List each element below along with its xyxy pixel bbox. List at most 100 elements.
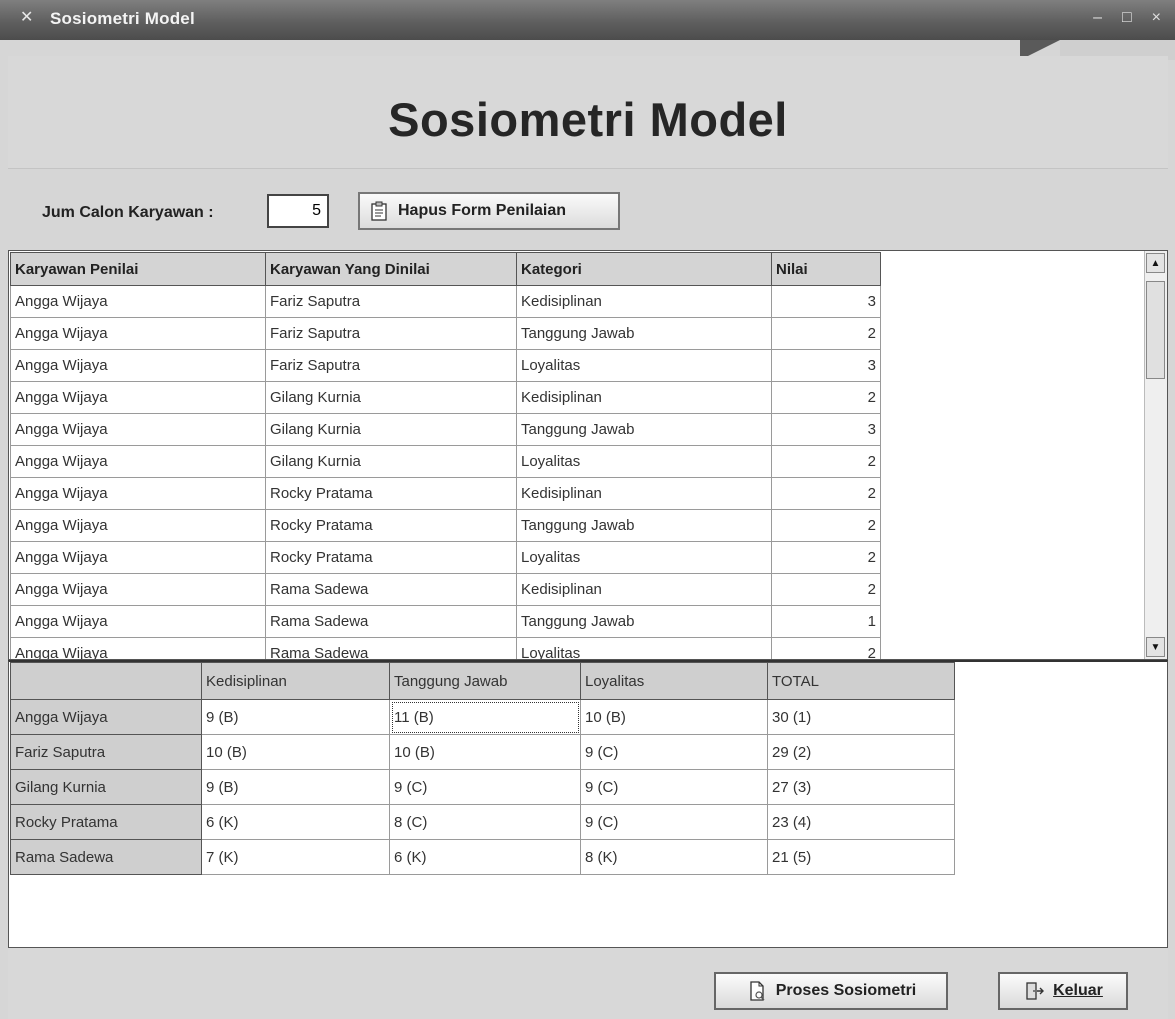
karyawan-penilai-cell[interactable]: Angga Wijaya [10,541,266,574]
hapus-form-penilaian-button[interactable]: Hapus Form Penilaian [358,192,620,230]
karyawan-dinilai-cell[interactable]: Rama Sadewa [265,573,517,606]
maximize-icon[interactable]: □ [1122,9,1132,27]
karyawan-penilai-cell[interactable]: Angga Wijaya [10,317,266,350]
kategori-cell[interactable]: Loyalitas [516,445,772,478]
table-row[interactable]: Angga Wijaya Gilang Kurnia Loyalitas 2 [10,445,881,478]
row-header-nama[interactable]: Angga Wijaya [10,699,202,735]
karyawan-penilai-cell[interactable]: Angga Wijaya [10,413,266,446]
table-row[interactable]: Angga Wijaya Rocky Pratama Tanggung Jawab 2 [10,509,881,542]
total-cell[interactable]: 30 (1) [767,699,955,735]
kedisiplinan-cell[interactable]: 7 (K) [201,839,390,875]
karyawan-dinilai-cell[interactable]: Rama Sadewa [265,637,517,659]
tanggung-jawab-cell[interactable]: 11 (B) [389,699,581,735]
tanggung-jawab-cell[interactable]: 6 (K) [389,839,581,875]
column-header-nilai[interactable]: Nilai [771,252,881,286]
total-cell[interactable]: 21 (5) [767,839,955,875]
nilai-cell[interactable]: 3 [771,349,881,382]
kategori-cell[interactable]: Tanggung Jawab [516,317,772,350]
karyawan-penilai-cell[interactable]: Angga Wijaya [10,381,266,414]
title-bar[interactable]: ✕ Sosiometri Model – □ × [0,0,1175,40]
nilai-cell[interactable]: 2 [771,381,881,414]
kedisiplinan-cell[interactable]: 6 (K) [201,804,390,840]
total-cell[interactable]: 27 (3) [767,769,955,805]
nilai-cell[interactable]: 3 [771,285,881,318]
nilai-cell[interactable]: 2 [771,541,881,574]
table-row[interactable]: Rocky Pratama 6 (K) 8 (C) 9 (C) 23 (4) [10,804,955,840]
table-row[interactable]: Angga Wijaya Rama Sadewa Loyalitas 2 [10,637,881,659]
column-header-loyalitas[interactable]: Loyalitas [580,662,768,700]
nilai-cell[interactable]: 2 [771,509,881,542]
column-header-karyawan-penilai[interactable]: Karyawan Penilai [10,252,266,286]
nilai-cell[interactable]: 1 [771,605,881,638]
table-row[interactable]: Angga Wijaya Fariz Saputra Kedisiplinan 3 [10,285,881,318]
total-cell[interactable]: 29 (2) [767,734,955,770]
column-header-karyawan-yang-dinilai[interactable]: Karyawan Yang Dinilai [265,252,517,286]
table-row[interactable]: Angga Wijaya Fariz Saputra Tanggung Jawab 2 [10,317,881,350]
kategori-cell[interactable]: Loyalitas [516,637,772,659]
kategori-cell[interactable]: Tanggung Jawab [516,509,772,542]
karyawan-dinilai-cell[interactable]: Gilang Kurnia [265,445,517,478]
table-row[interactable]: Angga Wijaya Gilang Kurnia Kedisiplinan 2 [10,381,881,414]
row-header-nama[interactable]: Fariz Saputra [10,734,202,770]
karyawan-dinilai-cell[interactable]: Rama Sadewa [265,605,517,638]
loyalitas-cell[interactable]: 8 (K) [580,839,768,875]
kedisiplinan-cell[interactable]: 9 (B) [201,769,390,805]
close-icon[interactable]: × [1152,9,1161,27]
nilai-cell[interactable]: 2 [771,573,881,606]
nilai-cell[interactable]: 2 [771,317,881,350]
nilai-cell[interactable]: 2 [771,445,881,478]
total-cell[interactable]: 23 (4) [767,804,955,840]
karyawan-dinilai-cell[interactable]: Fariz Saputra [265,349,517,382]
vertical-scrollbar[interactable]: ▲ ▼ [1144,251,1167,659]
keluar-button[interactable]: Keluar [998,972,1128,1010]
minimize-icon[interactable]: – [1093,9,1102,27]
table-row[interactable]: Angga Wijaya Rama Sadewa Tanggung Jawab 1 [10,605,881,638]
karyawan-dinilai-cell[interactable]: Rocky Pratama [265,477,517,510]
column-header-kedisiplinan[interactable]: Kedisiplinan [201,662,390,700]
nilai-cell[interactable]: 3 [771,413,881,446]
row-header-nama[interactable]: Rocky Pratama [10,804,202,840]
kategori-cell[interactable]: Tanggung Jawab [516,605,772,638]
nilai-cell[interactable]: 2 [771,477,881,510]
kedisiplinan-cell[interactable]: 10 (B) [201,734,390,770]
karyawan-dinilai-cell[interactable]: Gilang Kurnia [265,381,517,414]
scroll-down-icon[interactable]: ▼ [1146,637,1165,657]
loyalitas-cell[interactable]: 9 (C) [580,804,768,840]
karyawan-penilai-cell[interactable]: Angga Wijaya [10,573,266,606]
table-row[interactable]: Angga Wijaya Rocky Pratama Kedisiplinan 2 [10,477,881,510]
kedisiplinan-cell[interactable]: 9 (B) [201,699,390,735]
kategori-cell[interactable]: Kedisiplinan [516,381,772,414]
column-header-tanggung-jawab[interactable]: Tanggung Jawab [389,662,581,700]
table-row[interactable]: Rama Sadewa 7 (K) 6 (K) 8 (K) 21 (5) [10,839,955,875]
table-row[interactable]: Angga Wijaya Fariz Saputra Loyalitas 3 [10,349,881,382]
karyawan-dinilai-cell[interactable]: Gilang Kurnia [265,413,517,446]
rekap-grid[interactable]: Kedisiplinan Tanggung Jawab Loyalitas TO… [8,660,1168,948]
karyawan-penilai-cell[interactable]: Angga Wijaya [10,605,266,638]
tanggung-jawab-cell[interactable]: 8 (C) [389,804,581,840]
tanggung-jawab-cell[interactable]: 9 (C) [389,769,581,805]
tanggung-jawab-cell[interactable]: 10 (B) [389,734,581,770]
karyawan-dinilai-cell[interactable]: Fariz Saputra [265,285,517,318]
column-header-kategori[interactable]: Kategori [516,252,772,286]
table-row[interactable]: Angga Wijaya Rama Sadewa Kedisiplinan 2 [10,573,881,606]
kategori-cell[interactable]: Loyalitas [516,349,772,382]
karyawan-penilai-cell[interactable]: Angga Wijaya [10,477,266,510]
scroll-thumb[interactable] [1146,281,1165,379]
karyawan-penilai-cell[interactable]: Angga Wijaya [10,445,266,478]
loyalitas-cell[interactable]: 10 (B) [580,699,768,735]
kategori-cell[interactable]: Kedisiplinan [516,573,772,606]
table-row[interactable]: Angga Wijaya Gilang Kurnia Tanggung Jawab 3 [10,413,881,446]
jum-calon-karyawan-input[interactable] [267,194,329,228]
loyalitas-cell[interactable]: 9 (C) [580,769,768,805]
kategori-cell[interactable]: Kedisiplinan [516,477,772,510]
karyawan-dinilai-cell[interactable]: Fariz Saputra [265,317,517,350]
nilai-cell[interactable]: 2 [771,637,881,659]
karyawan-penilai-cell[interactable]: Angga Wijaya [10,285,266,318]
table-row[interactable]: Angga Wijaya Rocky Pratama Loyalitas 2 [10,541,881,574]
table-row[interactable]: Fariz Saputra 10 (B) 10 (B) 9 (C) 29 (2) [10,734,955,770]
scroll-up-icon[interactable]: ▲ [1146,253,1165,273]
kategori-cell[interactable]: Tanggung Jawab [516,413,772,446]
table-row[interactable]: Gilang Kurnia 9 (B) 9 (C) 9 (C) 27 (3) [10,769,955,805]
karyawan-penilai-cell[interactable]: Angga Wijaya [10,349,266,382]
loyalitas-cell[interactable]: 9 (C) [580,734,768,770]
